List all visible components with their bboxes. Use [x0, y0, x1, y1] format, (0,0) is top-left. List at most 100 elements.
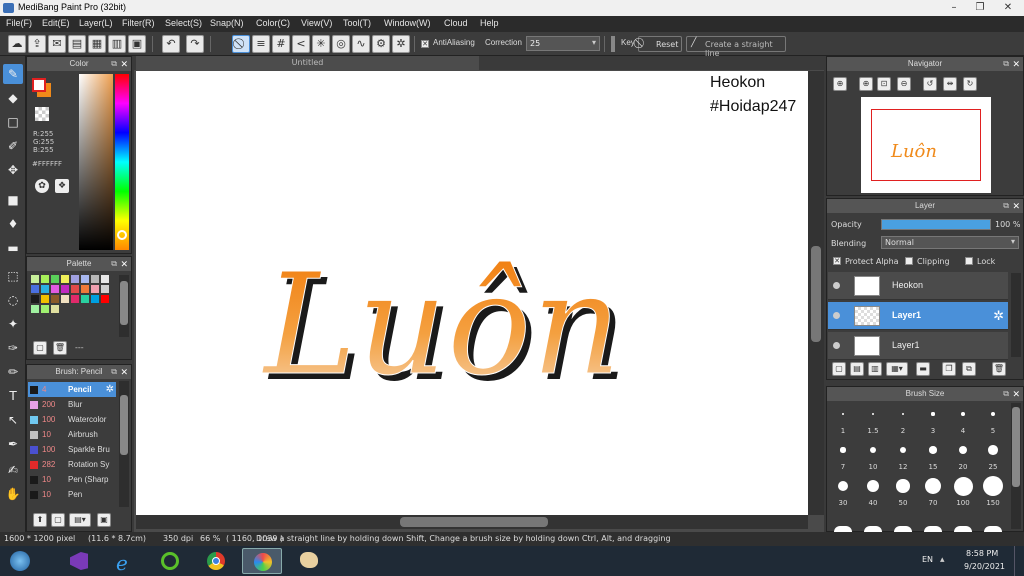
select-rect-tool-icon[interactable]: ⬚	[3, 266, 23, 286]
cloud-icon[interactable]: ☁	[8, 35, 26, 53]
color-wheel-icon[interactable]: ✿	[35, 179, 49, 193]
maximize-button[interactable]: ❐	[968, 0, 992, 16]
brush-size-option[interactable]: 70	[919, 473, 947, 507]
chevron-up-icon[interactable]: ▴	[940, 555, 945, 565]
brush-size-option[interactable]: 1	[829, 401, 857, 435]
reset-button[interactable]: ⃠ Reset	[638, 36, 682, 52]
minimize-button[interactable]: –	[942, 0, 966, 16]
new-file-icon[interactable]: ▤	[68, 35, 86, 53]
close-icon[interactable]: ✕	[1012, 57, 1020, 71]
layer-row[interactable]: Layer1	[828, 332, 1008, 360]
snap-circle-icon[interactable]: ◎	[332, 35, 350, 53]
palette-swatch[interactable]	[91, 285, 99, 293]
add-brush-icon[interactable]: ⬆	[33, 513, 47, 527]
antialiasing-checkbox[interactable]: ✕	[421, 40, 429, 48]
palette-swatch[interactable]	[71, 285, 79, 293]
drawing-canvas[interactable]: Heokon #Hoidap247 Luôn Luôn	[136, 71, 808, 515]
visibility-icon[interactable]	[833, 282, 840, 289]
bucket-tool-icon[interactable]: ♦	[3, 214, 23, 234]
brush-item[interactable]: 10 Airbrush	[28, 427, 116, 442]
menu-edit[interactable]: Edit(E)	[42, 18, 70, 28]
text-tool-icon[interactable]: T	[3, 386, 23, 406]
duplicate-layer-icon[interactable]: ❐	[942, 362, 956, 376]
palette-swatch[interactable]	[91, 295, 99, 303]
close-icon[interactable]: ✕	[120, 257, 128, 271]
menu-layer[interactable]: Layer(L)	[79, 18, 113, 28]
brush-size-option[interactable]: 7	[829, 437, 857, 471]
popout-icon[interactable]: ⧉	[111, 365, 117, 379]
palette-swatch[interactable]	[51, 275, 59, 283]
popout-icon[interactable]: ⧉	[1003, 387, 1009, 401]
zoom-in-icon[interactable]: ⊕	[859, 77, 873, 91]
popout-icon[interactable]: ⧉	[111, 257, 117, 271]
eraser-tool-icon[interactable]: ◆	[3, 88, 23, 108]
snap-settings-icon[interactable]: ⚙	[372, 35, 390, 53]
canvas-vertical-scrollbar[interactable]	[808, 71, 824, 515]
snap-grid-icon[interactable]: #	[272, 35, 290, 53]
show-desktop-button[interactable]	[1014, 546, 1024, 576]
brush-size-option[interactable]: 2	[889, 401, 917, 435]
palette-swatch[interactable]	[71, 275, 79, 283]
close-icon[interactable]: ✕	[120, 57, 128, 71]
rotate-left-icon[interactable]: ↺	[923, 77, 937, 91]
palette-swatch[interactable]	[31, 305, 39, 313]
folder-icon[interactable]: ▬	[916, 362, 930, 376]
layer-row[interactable]: Heokon	[828, 272, 1008, 300]
gear-icon[interactable]: ✲	[993, 308, 1004, 324]
close-icon[interactable]: ✕	[120, 365, 128, 379]
close-button[interactable]: ✕	[996, 0, 1020, 16]
gear-icon[interactable]: ✲	[106, 382, 114, 397]
fit-window-icon[interactable]: ⊡	[877, 77, 891, 91]
menu-view[interactable]: View(V)	[301, 18, 332, 28]
palette-swatch[interactable]	[41, 305, 49, 313]
opacity-slider[interactable]	[881, 219, 991, 230]
move-tool-icon[interactable]: ✥	[3, 160, 23, 180]
brush-size-option[interactable]: 30	[829, 473, 857, 507]
new-halftone-layer-icon[interactable]: ▤	[850, 362, 864, 376]
paint-icon[interactable]	[288, 548, 328, 574]
gradient-tool-icon[interactable]: ▬	[3, 238, 23, 258]
brush-size-option[interactable]: 1.5	[859, 401, 887, 435]
brush-tool-icon[interactable]: ✎	[3, 64, 23, 84]
palette-swatch[interactable]	[51, 285, 59, 293]
internet-explorer-icon[interactable]: e	[104, 548, 144, 575]
brush-settings-icon[interactable]: ▣	[97, 513, 111, 527]
zoom-out-icon[interactable]: ⊖	[897, 77, 911, 91]
brush-size-option[interactable]: 4	[949, 401, 977, 435]
brush-size-option[interactable]: 20	[949, 437, 977, 471]
brush-item[interactable]: 10 Pen	[28, 487, 116, 502]
brush-item[interactable]: 200 Blur	[28, 397, 116, 412]
brush-menu-icon[interactable]: ▤▾	[69, 513, 91, 527]
menu-cloud[interactable]: Cloud	[444, 18, 468, 28]
menu-file[interactable]: File(F)	[6, 18, 32, 28]
snap-curve-icon[interactable]: ∿	[352, 35, 370, 53]
menu-tool[interactable]: Tool(T)	[343, 18, 371, 28]
snap-off-icon[interactable]: ⃠	[232, 35, 250, 53]
new-layer-icon[interactable]: ▢	[832, 362, 846, 376]
palette-swatch[interactable]	[61, 295, 69, 303]
lock-checkbox[interactable]	[965, 257, 973, 265]
save-icon[interactable]: ▦	[88, 35, 106, 53]
popout-icon[interactable]: ⧉	[111, 57, 117, 71]
protect-alpha-checkbox[interactable]: ✕	[833, 257, 841, 265]
popout-icon[interactable]: ⧉	[1003, 57, 1009, 71]
menu-help[interactable]: Help	[480, 18, 499, 28]
select-pen-icon[interactable]: ✑	[3, 338, 23, 358]
palette-swatch[interactable]	[81, 275, 89, 283]
fill-rect-tool-icon[interactable]: ■	[3, 190, 23, 210]
rectangle-tool-icon[interactable]: □	[3, 112, 23, 132]
brush-size-option[interactable]: 50	[889, 473, 917, 507]
color-set-icon[interactable]: ❖	[55, 179, 69, 193]
navigator-preview[interactable]: Luôn	[861, 97, 991, 193]
app-green-icon[interactable]	[150, 548, 190, 574]
menu-select[interactable]: Select(S)	[165, 18, 202, 28]
settings-icon[interactable]: ▣	[128, 35, 146, 53]
new-8bit-layer-icon[interactable]: ▥	[868, 362, 882, 376]
palette-swatch[interactable]	[41, 275, 49, 283]
brush-size-option[interactable]: 12	[889, 437, 917, 471]
eyedropper-icon[interactable]: ✒	[3, 434, 23, 454]
menu-window[interactable]: Window(W)	[384, 18, 431, 28]
brush-size-option[interactable]: 25	[979, 437, 1007, 471]
start-button[interactable]	[4, 548, 36, 574]
medibang-taskbar-icon[interactable]	[242, 548, 282, 574]
